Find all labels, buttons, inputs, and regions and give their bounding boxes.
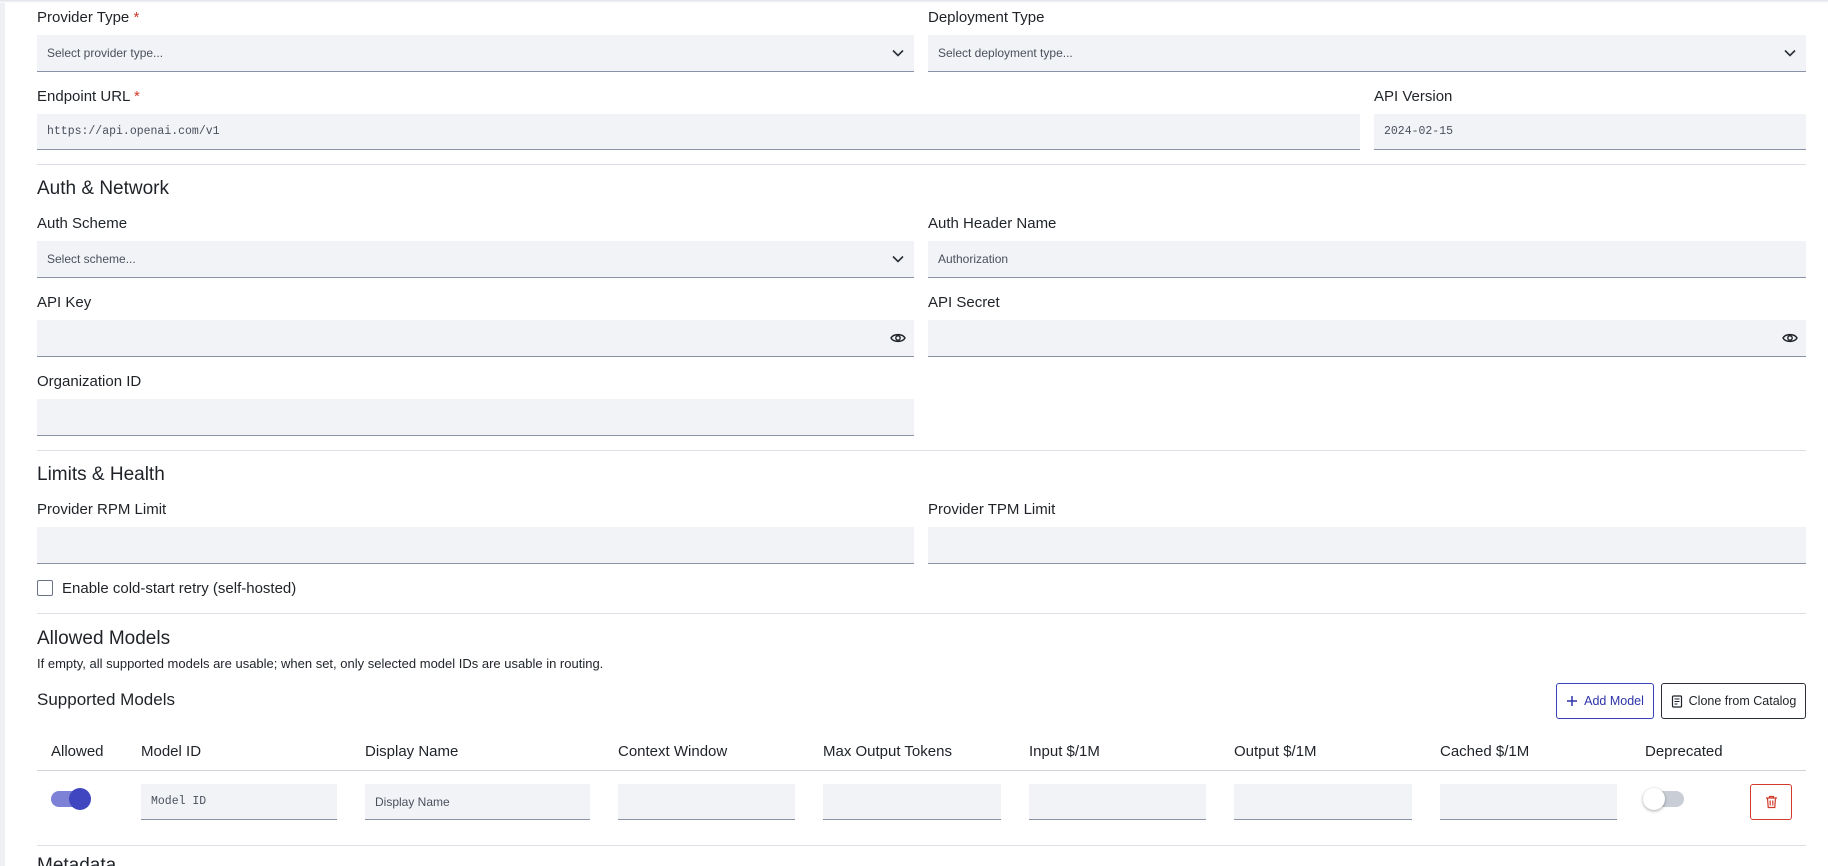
supported-models-heading: Supported Models [37,690,175,709]
eye-icon[interactable] [890,331,906,345]
endpoint-url-placeholder: https://api.openai.com/v1 [47,125,220,138]
column-header-context-window: Context Window [618,743,728,760]
model-id-input[interactable]: Model ID [141,784,337,820]
delete-row-button[interactable] [1750,784,1792,820]
provider-type-select[interactable]: Select provider type... [37,35,914,72]
auth-header-name-label: Auth Header Name [928,215,1057,232]
section-divider [37,845,1806,846]
deployment-type-select[interactable]: Select deployment type... [928,35,1806,72]
api-version-label: API Version [1374,88,1453,105]
display-name-input[interactable]: Display Name [365,784,590,820]
table-header-divider [37,770,1806,771]
section-divider [37,164,1806,165]
auth-scheme-label: Auth Scheme [37,215,128,232]
column-header-deprecated: Deprecated [1645,743,1723,760]
cached-price-input[interactable] [1440,784,1617,820]
top-shadow [0,0,1828,3]
auth-network-heading: Auth & Network [37,178,169,199]
auth-header-name-placeholder: Authorization [938,252,1009,266]
api-secret-label: API Secret [928,294,1000,311]
eye-icon[interactable] [1782,331,1798,345]
add-model-button[interactable]: Add Model [1556,683,1654,719]
context-window-input[interactable] [618,784,795,820]
provider-type-label-text: Provider Type [37,9,130,26]
api-version-placeholder: 2024-02-15 [1384,125,1454,138]
allowed-toggle-knob[interactable] [69,788,91,810]
required-mark: * [133,9,140,26]
allowed-models-note: If empty, all supported models are usabl… [37,656,604,671]
endpoint-url-label: Endpoint URL * [37,88,140,106]
required-mark: * [134,88,140,105]
api-secret-input[interactable] [928,320,1806,357]
metadata-heading: Metadata [37,856,116,866]
organization-id-input[interactable] [37,399,914,436]
tpm-limit-label: Provider TPM Limit [928,501,1056,518]
output-price-input[interactable] [1234,784,1412,820]
chevron-down-icon [892,255,904,263]
column-header-model-id: Model ID [141,743,202,760]
section-divider [37,450,1806,451]
deployment-type-placeholder: Select deployment type... [938,46,1073,60]
endpoint-url-label-text: Endpoint URL [37,88,130,105]
organization-id-label: Organization ID [37,373,142,390]
deprecated-toggle-knob[interactable] [1643,788,1665,810]
provider-type-label: Provider Type * [37,9,139,27]
column-header-allowed: Allowed [51,743,104,760]
rpm-limit-label: Provider RPM Limit [37,501,167,518]
section-divider [37,613,1806,614]
provider-type-placeholder: Select provider type... [47,46,164,60]
clone-from-catalog-button[interactable]: Clone from Catalog [1661,683,1806,719]
max-output-tokens-input[interactable] [823,784,1001,820]
cold-start-label[interactable]: Enable cold-start retry (self-hosted) [62,580,296,598]
display-name-placeholder: Display Name [375,794,450,809]
clone-from-catalog-label: Clone from Catalog [1688,694,1797,708]
limits-health-heading: Limits & Health [37,464,165,485]
deployment-type-label: Deployment Type [928,9,1045,26]
tpm-limit-input[interactable] [928,527,1806,564]
page-left-rule [0,0,5,866]
auth-header-name-input[interactable]: Authorization [928,241,1806,278]
cold-start-checkbox[interactable] [37,580,53,596]
api-key-label: API Key [37,294,92,311]
api-key-input[interactable] [37,320,914,357]
trash-icon [1765,795,1777,809]
allowed-models-heading: Allowed Models [37,628,171,649]
auth-scheme-placeholder: Select scheme... [47,252,136,266]
endpoint-url-input[interactable]: https://api.openai.com/v1 [37,114,1360,150]
chevron-down-icon [892,49,904,57]
auth-scheme-select[interactable]: Select scheme... [37,241,914,278]
plus-icon [1567,696,1578,706]
column-header-input-price: Input $/1M [1029,743,1100,760]
chevron-down-icon [1784,49,1796,57]
add-model-label: Add Model [1584,694,1644,708]
api-version-input[interactable]: 2024-02-15 [1374,114,1806,150]
catalog-icon [1671,694,1682,708]
column-header-cached-price: Cached $/1M [1440,743,1530,760]
input-price-input[interactable] [1029,784,1206,820]
rpm-limit-input[interactable] [37,527,914,564]
model-id-placeholder: Model ID [151,795,207,808]
column-header-output-price: Output $/1M [1234,743,1317,760]
column-header-display-name: Display Name [365,743,459,760]
column-header-max-output-tokens: Max Output Tokens [823,743,952,760]
